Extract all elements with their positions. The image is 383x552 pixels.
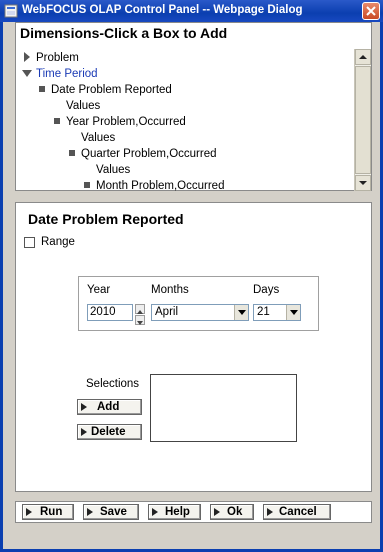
add-box-icon[interactable] [69, 150, 75, 156]
collapse-arrow-icon[interactable] [22, 70, 32, 77]
section-title: Date Problem Reported [28, 211, 184, 227]
play-arrow-icon [26, 508, 32, 516]
dimensions-header: Dimensions-Click a Box to Add [20, 25, 228, 41]
play-arrow-icon [81, 428, 87, 436]
chevron-down-icon[interactable] [234, 305, 248, 320]
save-button[interactable]: Save [83, 504, 139, 520]
tree-scrollbar[interactable] [354, 49, 371, 191]
play-arrow-icon [152, 508, 158, 516]
date-selector-group: Year Months Days 2010 April 21 [78, 276, 319, 331]
increment-icon[interactable] [135, 304, 145, 314]
play-arrow-icon [81, 403, 87, 411]
arrow-down-icon [359, 181, 367, 185]
cancel-button[interactable]: Cancel [263, 504, 331, 520]
tree-item-values[interactable]: Values [96, 163, 130, 177]
add-button[interactable]: Add [77, 399, 142, 415]
play-arrow-icon [214, 508, 220, 516]
delete-button[interactable]: Delete [77, 424, 142, 440]
year-label: Year [87, 284, 111, 296]
add-box-icon[interactable] [54, 118, 60, 124]
dimension-detail-panel: Date Problem Reported Range Year Months … [15, 202, 372, 492]
tree-item-problem[interactable]: Problem [24, 51, 79, 65]
title-bar: WebFOCUS OLAP Control Panel -- Webpage D… [0, 0, 383, 22]
arrow-up-icon [359, 55, 367, 59]
button-bar: Run Save Help Ok Cancel [15, 501, 372, 523]
tree-item-values[interactable]: Values [81, 131, 115, 145]
help-button[interactable]: Help [148, 504, 201, 520]
months-label: Months [151, 284, 189, 296]
range-label: Range [41, 236, 75, 248]
dialog-frame: Dimensions-Click a Box to Add Problem Ti… [0, 22, 383, 552]
run-button[interactable]: Run [22, 504, 74, 520]
decrement-icon[interactable] [135, 315, 145, 325]
add-box-icon[interactable] [39, 86, 45, 92]
dimensions-panel: Dimensions-Click a Box to Add Problem Ti… [15, 22, 372, 191]
scroll-thumb[interactable] [355, 66, 371, 174]
expand-arrow-icon[interactable] [24, 52, 30, 62]
months-dropdown[interactable]: April [151, 304, 249, 321]
days-label: Days [253, 284, 280, 296]
play-arrow-icon [267, 508, 273, 516]
tree-item-month[interactable]: Month Problem,Occurred [84, 179, 224, 191]
year-input[interactable]: 2010 [87, 304, 133, 321]
year-stepper[interactable] [135, 304, 145, 325]
tree-item-time-period[interactable]: Time Period [22, 67, 98, 81]
chevron-down-icon[interactable] [286, 305, 300, 320]
scroll-up-button[interactable] [355, 49, 371, 65]
ok-button[interactable]: Ok [210, 504, 254, 520]
selections-label: Selections [86, 378, 140, 390]
add-box-icon[interactable] [84, 182, 90, 188]
range-checkbox[interactable] [24, 237, 35, 248]
days-dropdown[interactable]: 21 [253, 304, 301, 321]
dimensions-tree: Problem Time Period Date Problem Reporte… [16, 49, 354, 191]
window-title: WebFOCUS OLAP Control Panel -- Webpage D… [22, 4, 303, 16]
app-icon [4, 4, 18, 18]
selections-list[interactable] [150, 374, 297, 442]
close-icon [366, 6, 376, 16]
tree-item-date-problem-reported[interactable]: Date Problem Reported [39, 83, 172, 97]
scroll-down-button[interactable] [355, 175, 371, 191]
tree-item-values[interactable]: Values [66, 99, 100, 113]
play-arrow-icon [87, 508, 93, 516]
close-button[interactable] [362, 2, 380, 20]
tree-item-year[interactable]: Year Problem,Occurred [54, 115, 186, 129]
tree-item-quarter[interactable]: Quarter Problem,Occurred [69, 147, 217, 161]
